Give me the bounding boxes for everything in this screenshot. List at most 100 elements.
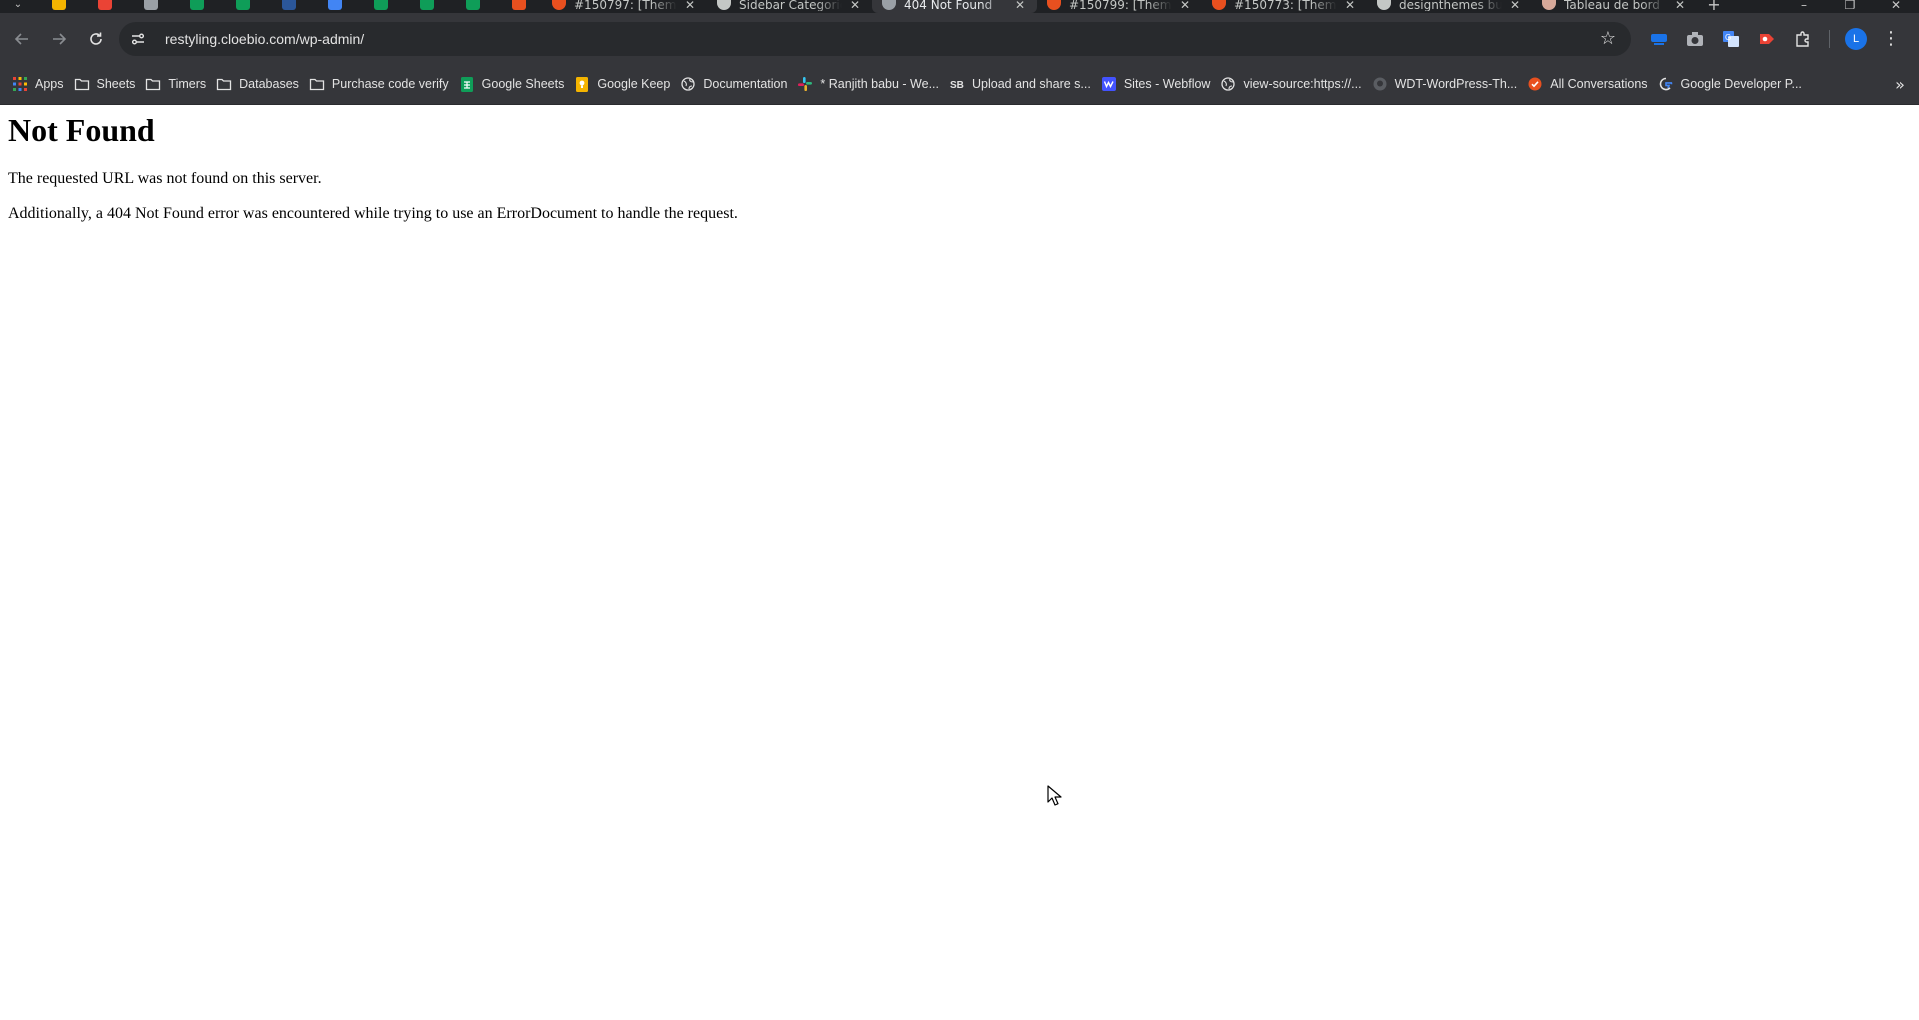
bookmark-item[interactable]: SB Upload and share s...: [947, 70, 1099, 98]
minimize-icon[interactable]: –: [1781, 0, 1827, 13]
tab-search-chevron-icon[interactable]: ⌄: [0, 0, 36, 13]
bookmark-item[interactable]: Timers: [143, 70, 214, 98]
avatar: L: [1845, 27, 1867, 50]
bookmark-item[interactable]: All Conversations: [1525, 70, 1655, 98]
tab-close-icon[interactable]: ✕: [1508, 0, 1522, 11]
tab-close-icon[interactable]: ✕: [1343, 0, 1357, 11]
restore-icon[interactable]: ❐: [1827, 0, 1873, 13]
wordpress-icon: [717, 0, 731, 10]
error-message: The requested URL was not found on this …: [8, 170, 322, 187]
profile-avatar[interactable]: L: [1838, 24, 1874, 54]
folder-icon: [145, 76, 161, 92]
bookmark-item[interactable]: Sheets: [72, 70, 144, 98]
pinned-tab[interactable]: [128, 0, 174, 13]
pinned-tab[interactable]: [358, 0, 404, 13]
window-controls: – ❐ ✕: [1781, 0, 1919, 13]
bookmark-label: WDT-WordPress-Th...: [1394, 77, 1518, 91]
toolbar-separator: [1829, 29, 1830, 48]
pinned-tab[interactable]: [36, 0, 82, 13]
bookmark-item[interactable]: Documentation: [678, 70, 795, 98]
tab[interactable]: Sidebar Categorie ✕: [707, 0, 872, 13]
sb-icon: SB: [949, 76, 965, 92]
sheets-icon: [190, 0, 204, 10]
sheets-icon: [459, 76, 475, 92]
page-content: Not Found The requested URL was not foun…: [0, 105, 1919, 1020]
tab-title: #150799: [Theme: [1069, 0, 1172, 11]
bookmark-label: * Ranjith babu - We...: [820, 77, 940, 91]
extensions-puzzle-icon[interactable]: [1785, 24, 1821, 54]
tab[interactable]: #150797: [Theme ✕: [542, 0, 707, 13]
translate-icon: [328, 0, 342, 10]
tab-close-icon[interactable]: ✕: [1673, 0, 1687, 11]
bookmarks-overflow-icon[interactable]: »: [1887, 75, 1913, 94]
svg-text:SB: SB: [950, 80, 964, 91]
pinned-tab[interactable]: [82, 0, 128, 13]
bookmarks-bar: Apps Sheets Timers Databases Purchase code v…: [0, 64, 1919, 105]
bookmark-label: Google Sheets: [481, 77, 565, 91]
bookmark-label: Timers: [168, 77, 207, 91]
translate-extension-icon[interactable]: G: [1713, 24, 1749, 54]
bookmark-label: Purchase code verify: [331, 77, 449, 91]
bookmark-item[interactable]: Apps: [10, 70, 72, 98]
slack-icon: [797, 76, 813, 92]
bookmark-item[interactable]: Google Keep: [572, 70, 678, 98]
bookmark-item[interactable]: Purchase code verify: [307, 70, 457, 98]
bookmark-label: Google Developer P...: [1680, 77, 1802, 91]
bookmark-star-icon[interactable]: ☆: [1595, 28, 1621, 49]
tab[interactable]: Tableau de bord ✕: [1532, 0, 1697, 13]
kebab-menu-icon[interactable]: ⋮: [1874, 28, 1908, 49]
tab-close-icon[interactable]: ✕: [848, 0, 862, 11]
camera-extension-icon[interactable]: [1677, 24, 1713, 54]
back-arrow-icon[interactable]: [4, 21, 39, 56]
close-window-icon[interactable]: ✕: [1873, 0, 1919, 13]
reload-icon[interactable]: [78, 21, 113, 56]
site-info-icon[interactable]: [125, 26, 151, 52]
site-icon: [1542, 0, 1556, 10]
tab-close-icon[interactable]: ✕: [683, 0, 697, 11]
tab-close-icon[interactable]: ✕: [1013, 0, 1027, 11]
sheets-icon: [466, 0, 480, 10]
pinned-tab[interactable]: [404, 0, 450, 13]
pinned-tab[interactable]: [450, 0, 496, 13]
pinned-tab[interactable]: [496, 0, 542, 13]
new-tab-button[interactable]: +: [1697, 0, 1731, 13]
bookmark-item[interactable]: WDT-WordPress-Th...: [1370, 70, 1526, 98]
bookmark-item[interactable]: Google Sheets: [457, 70, 573, 98]
bookmark-item[interactable]: Sites - Webflow: [1099, 70, 1219, 98]
tab-title: Sidebar Categorie: [739, 0, 842, 11]
tab[interactable]: #150773: [Theme ✕: [1202, 0, 1367, 13]
sheets-icon: [374, 0, 388, 10]
page-title: Not Found: [8, 112, 155, 148]
github-icon: [1372, 76, 1388, 92]
tab-title: #150797: [Theme: [574, 0, 677, 11]
url-text[interactable]: restyling.cloebio.com/wp-admin/: [165, 31, 1595, 47]
google-icon: [1658, 76, 1674, 92]
pinned-tab[interactable]: [266, 0, 312, 13]
themeforest-icon: [1212, 0, 1226, 10]
pinned-tab[interactable]: [312, 0, 358, 13]
bookmark-item[interactable]: Databases: [214, 70, 307, 98]
tab-close-icon[interactable]: ✕: [1178, 0, 1192, 11]
pinned-tab[interactable]: [220, 0, 266, 13]
address-bar[interactable]: restyling.cloebio.com/wp-admin/ ☆: [119, 21, 1631, 56]
google-keep-icon: [574, 76, 590, 92]
bookmark-label: Sheets: [96, 77, 136, 91]
wordpress-icon: [1377, 0, 1391, 10]
tab[interactable]: designthemes bu ✕: [1367, 0, 1532, 13]
bookmark-item[interactable]: view-source:https://...: [1218, 70, 1369, 98]
themeforest-icon: [1047, 0, 1061, 10]
themeforest-icon: [1527, 76, 1543, 92]
bookmark-label: Sites - Webflow: [1123, 77, 1211, 91]
gmail-icon: [98, 0, 112, 10]
folder-icon: [309, 76, 325, 92]
bookmark-item[interactable]: Google Developer P...: [1656, 70, 1810, 98]
bookmark-label: Documentation: [703, 77, 788, 91]
record-extension-icon[interactable]: [1749, 24, 1785, 54]
pinned-tab[interactable]: [174, 0, 220, 13]
screen-capture-extension-icon[interactable]: [1641, 24, 1677, 54]
globe-icon: [1220, 76, 1236, 92]
tab[interactable]: #150799: [Theme ✕: [1037, 0, 1202, 13]
forward-arrow-icon[interactable]: [41, 21, 76, 56]
tab-active[interactable]: 404 Not Found ✕: [872, 0, 1037, 13]
bookmark-item[interactable]: * Ranjith babu - We...: [795, 70, 947, 98]
